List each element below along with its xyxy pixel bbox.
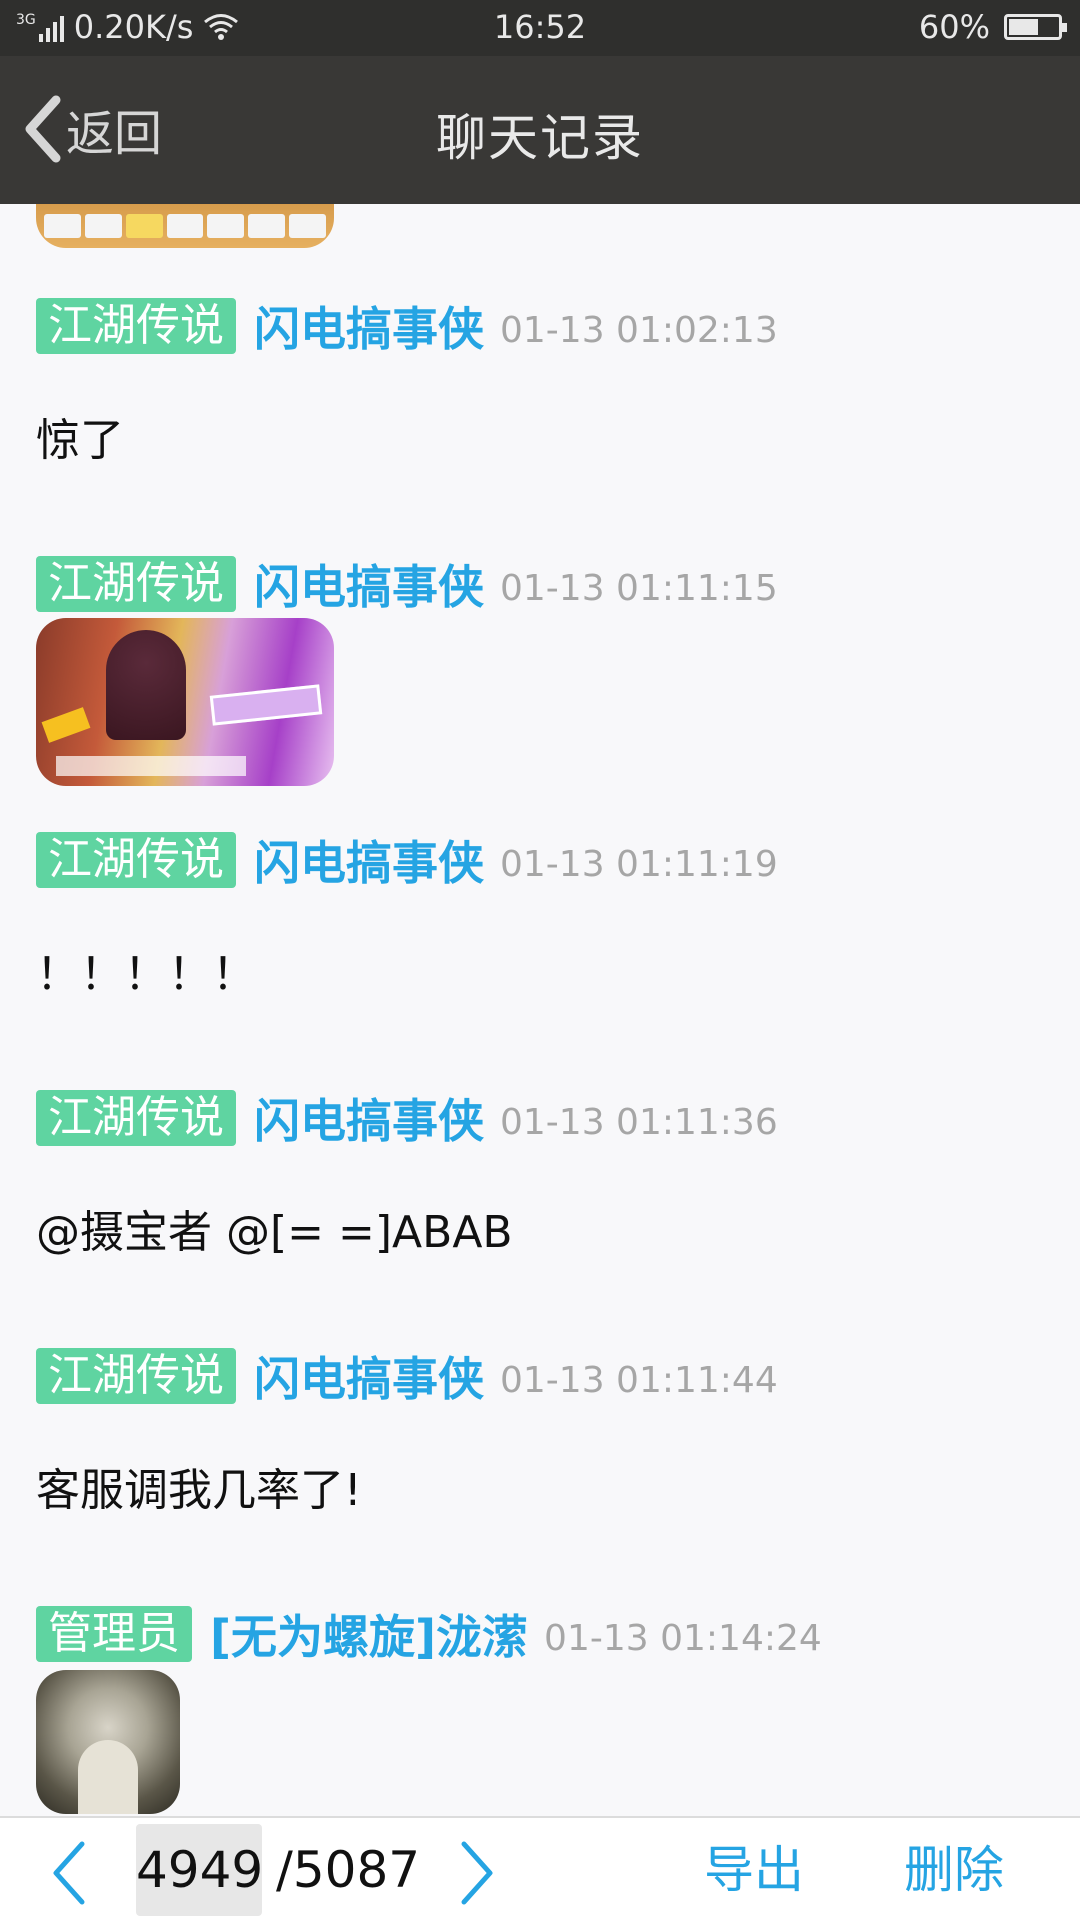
sender-name[interactable]: 闪电搞事侠: [254, 1343, 484, 1409]
chat-message[interactable]: 江湖传说 闪电搞事侠 01-13 01:11:36 @摄宝者 @[= =]ABA…: [36, 1088, 778, 1260]
member-tag: 江湖传说: [36, 1090, 236, 1146]
pagination-bar: 4949 /5087 导出 删除: [0, 1816, 1080, 1920]
message-image-partial[interactable]: [36, 204, 334, 248]
sender-name[interactable]: 闪电搞事侠: [254, 827, 484, 893]
next-page-button[interactable]: [452, 1838, 502, 1908]
member-tag: 江湖传说: [36, 298, 236, 354]
message-time: 01-13 01:14:24: [544, 1617, 822, 1659]
chat-message[interactable]: 江湖传说 闪电搞事侠 01-13 01:02:13 惊了: [36, 296, 778, 468]
total-pages: /5087: [276, 1841, 421, 1899]
message-time: 01-13 01:11:44: [500, 1359, 778, 1401]
chat-message[interactable]: 江湖传说 闪电搞事侠 01-13 01:11:15: [36, 554, 778, 786]
message-time: 01-13 01:11:19: [500, 843, 778, 885]
message-time: 01-13 01:11:15: [500, 567, 778, 609]
sender-name[interactable]: 闪电搞事侠: [254, 551, 484, 617]
nav-bar: 返回 聊天记录: [0, 56, 1080, 204]
message-text: 客服调我几率了!: [36, 1465, 362, 1516]
battery-percent: 60%: [918, 8, 990, 46]
chat-message[interactable]: 江湖传说 闪电搞事侠 01-13 01:11:44 客服调我几率了!: [36, 1346, 778, 1518]
page-title: 聊天记录: [436, 109, 644, 167]
badge-graphic: [209, 684, 323, 726]
page-number-input[interactable]: 4949: [136, 1824, 263, 1916]
member-tag: 江湖传说: [36, 556, 236, 612]
chat-message[interactable]: 江湖传说 闪电搞事侠 01-13 01:11:19 ！！！！！: [36, 830, 778, 1002]
delete-button[interactable]: 删除: [904, 1824, 1004, 1916]
message-time: 01-13 01:11:36: [500, 1101, 778, 1143]
member-tag: 江湖传说: [36, 832, 236, 888]
message-image[interactable]: [36, 1670, 180, 1814]
export-button[interactable]: 导出: [704, 1824, 804, 1916]
sender-name[interactable]: [无为螺旋]泷潆: [210, 1601, 528, 1667]
chat-message[interactable]: 管理员 [无为螺旋]泷潆 01-13 01:14:24: [36, 1604, 822, 1814]
member-tag: 管理员: [36, 1606, 192, 1662]
chat-history[interactable]: 江湖传说 闪电搞事侠 01-13 01:02:13 惊了 江湖传说 闪电搞事侠 …: [0, 204, 1080, 1816]
status-bar: 3G 0.20K/s 16:52 60%: [0, 0, 1080, 56]
sender-name[interactable]: 闪电搞事侠: [254, 1085, 484, 1151]
message-time: 01-13 01:02:13: [500, 309, 778, 351]
message-text: ！！！！！: [36, 949, 256, 1000]
member-tag: 江湖传说: [36, 1348, 236, 1404]
sender-name[interactable]: 闪电搞事侠: [254, 293, 484, 359]
battery-icon: [1004, 14, 1067, 40]
previous-page-button[interactable]: [44, 1838, 94, 1908]
message-text: 惊了: [36, 415, 124, 466]
message-image[interactable]: [36, 618, 334, 786]
message-text: @摄宝者 @[= =]ABAB: [36, 1207, 513, 1258]
